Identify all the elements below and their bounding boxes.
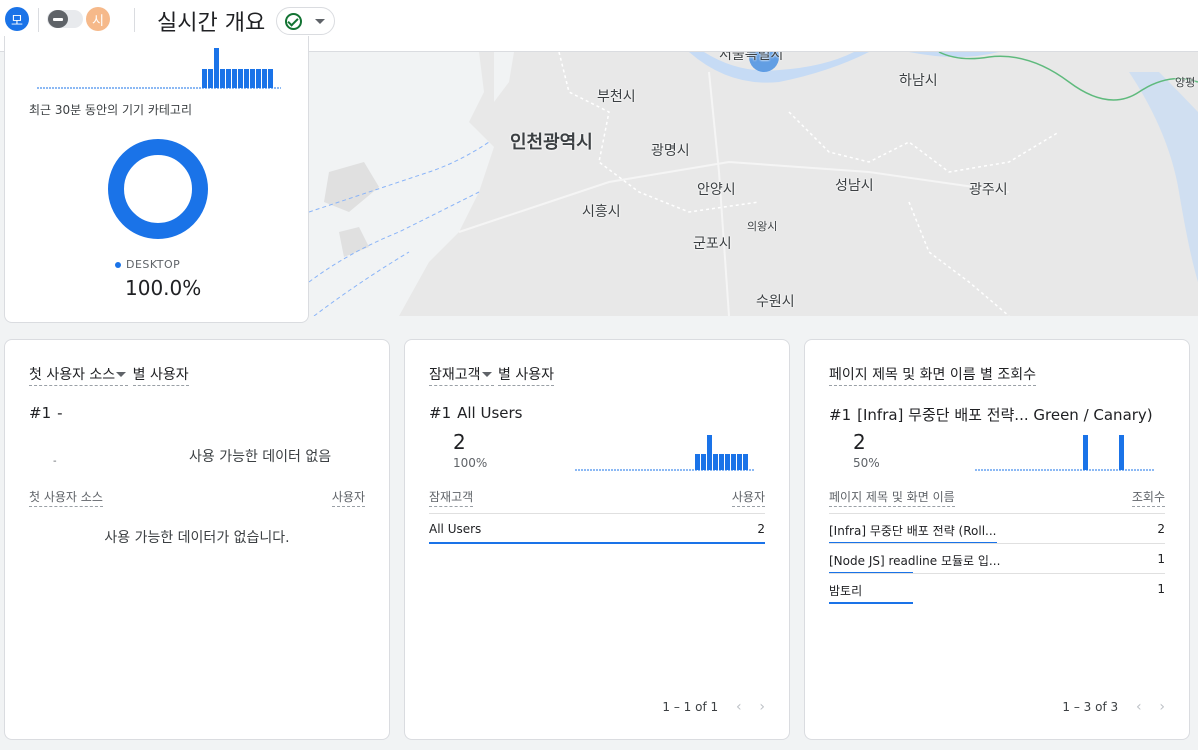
table-header: 잠재고객 사용자 [429,488,765,508]
row-value: 1 [1157,552,1165,566]
realtime-map[interactable]: 서울특별시 하남시 양평 부천시 인천광역시 광명시 안양시 성남시 광주시 시… [309,52,1198,316]
map-label: 양평 [1175,76,1196,89]
pagination: 1 – 1 of 1 ‹ › [662,699,765,715]
map-label: 서울특별시 [719,52,784,63]
table-empty-message: 사용 가능한 데이터가 없습니다. [104,530,290,546]
map-label: 의왕시 [747,220,778,233]
row-label: 밤토리 [829,584,863,598]
chevron-right-icon[interactable]: › [759,699,765,715]
card-title: 첫 사용자 소스 별 사용자 [29,364,189,386]
chevron-down-icon [315,19,325,24]
legend-dot-icon [115,262,121,268]
map-label: 안양시 [697,182,736,198]
chevron-left-icon[interactable]: ‹ [1136,699,1142,715]
map-label: 군포시 [693,236,732,252]
table-header: 페이지 제목 및 화면 이름 조회수 [829,488,1165,508]
card-title-metric: 별 사용자 [497,367,554,386]
map-label: 광명시 [651,143,690,159]
table-row[interactable]: 밤토리 1 [829,573,1165,604]
comparison-toggle[interactable] [47,10,83,28]
device-legend: DESKTOP [115,258,180,271]
device-category-card: 최근 30분 동안의 기기 카테고리 DESKTOP 100.0% [4,36,309,323]
top-rank: #1 [Infra] 무중단 배포 전략... Green / Canary) [829,406,1153,424]
column-header-source[interactable]: 첫 사용자 소스 [29,488,103,507]
divider [38,8,39,32]
row-value: 2 [1157,522,1165,536]
account-avatar[interactable]: 모 [5,7,29,31]
chevron-right-icon[interactable]: › [1159,699,1165,715]
no-data-message: 사용 가능한 데이터 없음 [189,449,332,465]
row-share-bar [429,542,765,544]
check-circle-icon [285,13,302,30]
status-chip[interactable] [276,7,335,35]
map-label: 성남시 [835,178,874,194]
map-label: 광주시 [969,182,1008,198]
dimension-selector[interactable]: 첫 사용자 소스 [29,367,129,386]
row-value: 2 [757,522,765,536]
map-label: 시흥시 [582,204,621,220]
top-value: 2 [453,430,466,454]
row-share-bar [829,602,913,604]
table-header: 첫 사용자 소스 사용자 [29,488,365,508]
property-avatar[interactable]: 시 [86,7,110,31]
row-label: All Users [429,522,482,536]
dimension-selector[interactable]: 잠재고객 [429,367,494,386]
pagination-label: 1 – 3 of 3 [1062,700,1119,714]
column-header-audience[interactable]: 잠재고객 [429,488,474,507]
card-title: 페이지 제목 및 화면 이름 별 조회수 [829,364,1037,386]
card-title-text: 페이지 제목 및 화면 이름 별 조회수 [829,367,1037,386]
pagination: 1 – 3 of 3 ‹ › [1062,699,1165,715]
column-header-users[interactable]: 사용자 [731,488,765,507]
divider [134,8,135,32]
table-row[interactable]: [Infra] 무중단 배포 전략 (Roll... 2 [829,513,1165,544]
card-title: 잠재고객 별 사용자 [429,364,554,386]
row-label: [Node JS] readline 모듈로 입... [829,554,1001,568]
map-label: 인천광역시 [510,132,593,153]
pagination-label: 1 – 1 of 1 [662,700,719,714]
map-label: 하남시 [899,73,938,89]
donut-slice-desktop [108,139,208,239]
column-header-views[interactable]: 조회수 [1131,488,1165,507]
views-sparkline [975,435,1155,471]
top-value: 2 [853,430,866,454]
first-user-source-card: 첫 사용자 소스 별 사용자 #1- - 사용 가능한 데이터 없음 첫 사용자… [4,339,390,740]
dropdown-icon [116,371,127,377]
row-label: [Infra] 무중단 배포 전략 (Roll... [829,524,997,538]
card-title-metric: 별 사용자 [132,367,189,386]
page-title-views-card: 페이지 제목 및 화면 이름 별 조회수 #1 [Infra] 무중단 배포 전략… [804,339,1190,740]
page-title: 실시간 개요 [157,11,266,36]
column-header-page-title[interactable]: 페이지 제목 및 화면 이름 [829,488,955,507]
audience-card: 잠재고객 별 사용자 #1 All Users 2 100% 잠재고객 사용자 A… [404,339,790,740]
device-caption: 최근 30분 동안의 기기 카테고리 [29,103,193,117]
map-label: 수원시 [756,294,795,310]
dropdown-icon [481,371,492,377]
map-background [309,52,1198,316]
chevron-left-icon[interactable]: ‹ [736,699,742,715]
top-percent: 50% [853,456,880,470]
map-label: 부천시 [597,89,636,105]
legend-label: DESKTOP [126,258,181,271]
top-percent: 100% [453,456,488,470]
toggle-knob [48,10,68,28]
row-value: 1 [1157,582,1165,596]
top-rank: #1 All Users [429,404,523,422]
top-rank: #1- [29,404,63,422]
table-row[interactable]: [Node JS] readline 모듈로 입... 1 [829,543,1165,574]
device-sparkline [37,48,281,89]
legend-value: 100.0% [125,276,202,300]
table-row[interactable]: All Users 2 [429,513,765,544]
placeholder-value: - [53,456,57,467]
device-donut-chart[interactable] [107,138,209,240]
audience-sparkline [575,435,755,471]
column-header-users[interactable]: 사용자 [331,488,365,507]
